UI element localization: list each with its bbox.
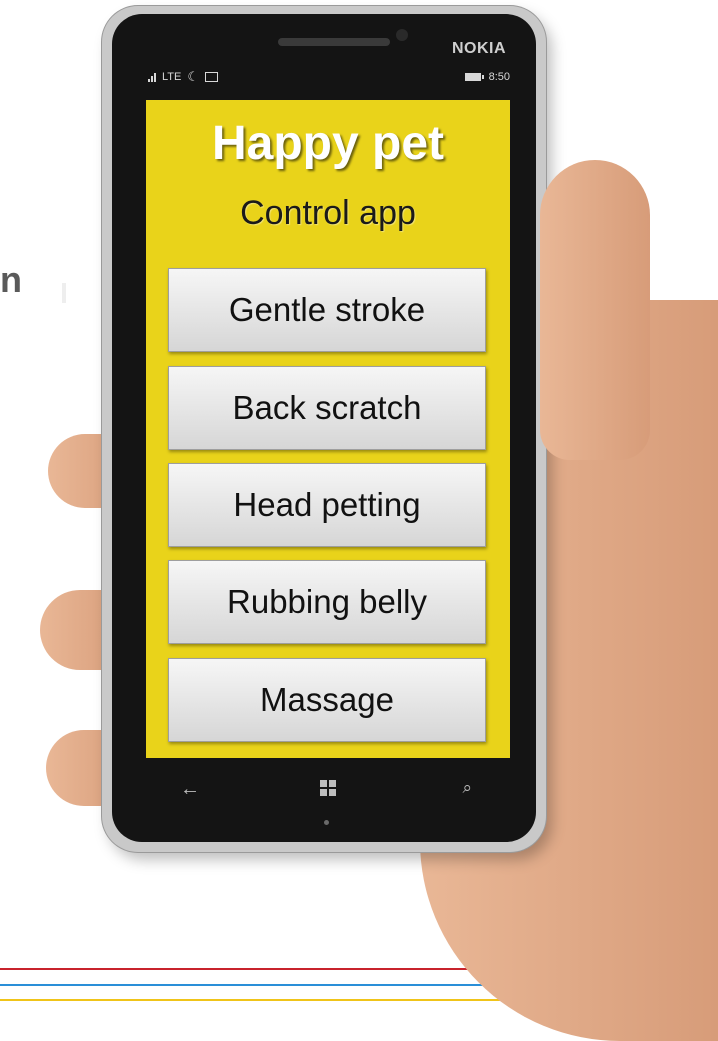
head-petting-button[interactable]: Head petting bbox=[168, 463, 486, 547]
battery-icon bbox=[464, 73, 484, 81]
phone-sensor bbox=[324, 820, 329, 825]
rubbing-belly-button[interactable]: Rubbing belly bbox=[168, 560, 486, 644]
app-title: Happy pet bbox=[211, 117, 445, 170]
quiet-hours-icon: ☾ bbox=[187, 69, 200, 84]
front-camera-icon bbox=[396, 29, 408, 41]
message-icon bbox=[205, 72, 219, 82]
phone-nav-bar: ← ⌕ bbox=[146, 758, 510, 838]
status-time: 8:50 bbox=[488, 71, 510, 83]
stripe-yellow bbox=[0, 999, 560, 1001]
gentle-stroke-button[interactable]: Gentle stroke bbox=[168, 268, 486, 352]
back-arrow-icon[interactable]: ← bbox=[180, 778, 200, 801]
brand-logo: NOKIA bbox=[452, 40, 507, 57]
windows-logo-icon[interactable] bbox=[320, 780, 336, 796]
signal-strength-icon bbox=[148, 72, 156, 82]
phone-speaker bbox=[278, 38, 390, 46]
background-divider bbox=[62, 283, 66, 303]
hand-thumb bbox=[540, 160, 650, 460]
app-screen: Happy pet Control app Gentle stroke Back… bbox=[146, 100, 510, 758]
app-subtitle: Control app bbox=[240, 194, 416, 232]
background-text-fragment: n bbox=[0, 259, 22, 300]
stripe-blue bbox=[0, 984, 560, 986]
back-scratch-button[interactable]: Back scratch bbox=[168, 366, 486, 450]
search-icon[interactable]: ⌕ bbox=[462, 778, 472, 798]
massage-button[interactable]: Massage bbox=[168, 658, 486, 742]
status-bar: LTE ☾ 8:50 bbox=[148, 68, 510, 86]
network-type: LTE bbox=[162, 71, 182, 83]
